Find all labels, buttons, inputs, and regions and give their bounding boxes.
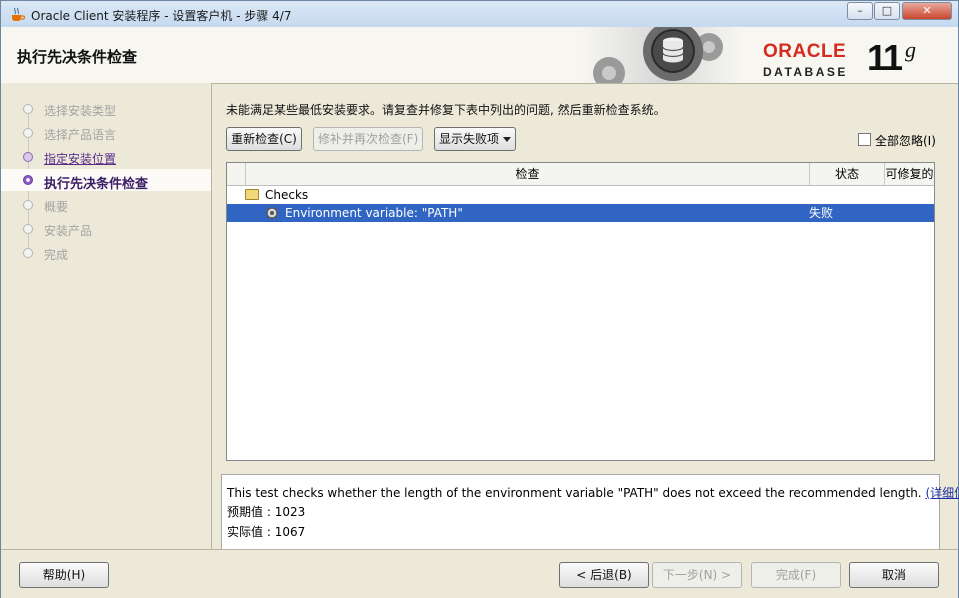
actual-value-row: 实际值 : 1067 — [227, 523, 305, 540]
step-label: 完成 — [44, 248, 69, 262]
finish-button[interactable]: 完成(F) — [751, 562, 841, 588]
step-label[interactable]: 指定安装位置 — [44, 150, 116, 167]
chevron-down-icon — [503, 137, 512, 142]
filter-dropdown[interactable]: 显示失败项 — [434, 127, 516, 151]
oracle-logo: ORACLE — [763, 41, 847, 62]
expected-value: : 1023 — [266, 505, 306, 519]
cancel-button[interactable]: 取消 — [849, 562, 939, 588]
expected-label: 预期值 — [227, 505, 264, 519]
column-header-status[interactable]: 状态 — [809, 163, 884, 185]
step-label: 选择产品语言 — [44, 128, 117, 142]
main-panel: 未能满足某些最低安装要求。请复查并修复下表中列出的问题, 然后重新检查系统。 重… — [212, 83, 959, 550]
step-indicator-icon — [23, 152, 33, 162]
details-more-info-link[interactable]: (详细信息) — [925, 486, 959, 500]
step-label: 选择安装类型 — [44, 104, 117, 118]
details-panel: This test checks whether the length of t… — [221, 474, 959, 550]
details-description: This test checks whether the length of t… — [227, 484, 959, 501]
help-button[interactable]: 帮助(H) — [19, 562, 109, 588]
gear-icon — [265, 206, 279, 220]
actual-label: 实际值 — [227, 525, 264, 539]
step-install-product: 安装产品 — [1, 218, 211, 240]
step-label: 安装产品 — [44, 224, 93, 238]
fix-and-check-again-button[interactable]: 修补并再次检查(F) — [313, 127, 423, 151]
java-cup-icon — [12, 7, 25, 21]
header-banner: 执行先决条件检查 ORACLE DATABASE 11 g — [1, 27, 958, 84]
check-status: 失败 — [809, 206, 834, 220]
window-title: Oracle Client 安装程序 - 设置客户机 - 步骤 4/7 — [31, 9, 292, 23]
checks-table: 检查 状态 可修复的 Checks Environment variable: … — [226, 162, 935, 461]
step-prerequisite-checks: 执行先决条件检查 — [1, 169, 211, 192]
step-label: 概要 — [44, 200, 69, 214]
step-indicator-icon — [23, 104, 33, 114]
gears-graphic-icon — [581, 27, 741, 83]
step-install-location[interactable]: 指定安装位置 — [1, 146, 211, 168]
filter-dropdown-value: 显示失败项 — [439, 132, 500, 146]
table-row[interactable]: Environment variable: "PATH" 失败 — [227, 204, 934, 222]
step-indicator-icon — [23, 175, 33, 185]
header-spacer — [227, 163, 245, 185]
ignore-all-checkbox[interactable] — [858, 133, 871, 146]
footer-bar: 帮助(H) < 后退(B) 下一步(N) > 完成(F) 取消 — [1, 549, 958, 598]
next-button[interactable]: 下一步(N) > — [652, 562, 742, 588]
step-label: 执行先决条件检查 — [44, 177, 149, 192]
installer-window: Oracle Client 安装程序 - 设置客户机 - 步骤 4/7 – □ … — [0, 0, 959, 598]
step-summary: 概要 — [1, 194, 211, 216]
tree-root-label: Checks — [265, 188, 309, 202]
close-button[interactable]: ✕ — [902, 2, 952, 20]
step-indicator-icon — [23, 224, 33, 234]
tree-root-checks[interactable]: Checks — [227, 186, 934, 204]
folder-icon — [245, 189, 259, 200]
version-number: 11 — [867, 37, 903, 78]
step-product-language: 选择产品语言 — [1, 122, 211, 144]
expected-value-row: 预期值 : 1023 — [227, 503, 305, 520]
database-label: DATABASE — [763, 65, 848, 79]
recheck-button[interactable]: 重新检查(C) — [226, 127, 302, 151]
details-text: This test checks whether the length of t… — [227, 486, 922, 500]
column-header-check[interactable]: 检查 — [245, 163, 809, 185]
page-title: 执行先决条件检查 — [17, 48, 138, 66]
status-message: 未能满足某些最低安装要求。请复查并修复下表中列出的问题, 然后重新检查系统。 — [226, 103, 666, 117]
table-header: 检查 状态 可修复的 — [227, 163, 934, 186]
minimize-button[interactable]: – — [847, 2, 873, 20]
step-install-type: 选择安装类型 — [1, 98, 211, 120]
step-finish: 完成 — [1, 242, 211, 264]
step-indicator-icon — [23, 200, 33, 210]
steps-sidebar: 选择安装类型 选择产品语言 指定安装位置 执行先决条件检查 概要 安装产品 完成 — [1, 83, 211, 549]
step-indicator-icon — [23, 248, 33, 258]
back-button[interactable]: < 后退(B) — [559, 562, 649, 588]
version-letter: g — [905, 37, 916, 62]
step-indicator-icon — [23, 128, 33, 138]
actual-value: : 1067 — [266, 525, 306, 539]
column-header-fixable[interactable]: 可修复的 — [884, 163, 934, 185]
check-name: Environment variable: "PATH" — [285, 206, 463, 220]
ignore-all-label[interactable]: 全部忽略(I) — [875, 132, 936, 149]
maximize-button[interactable]: □ — [874, 2, 900, 20]
title-bar[interactable]: Oracle Client 安装程序 - 设置客户机 - 步骤 4/7 – □ … — [1, 1, 958, 28]
